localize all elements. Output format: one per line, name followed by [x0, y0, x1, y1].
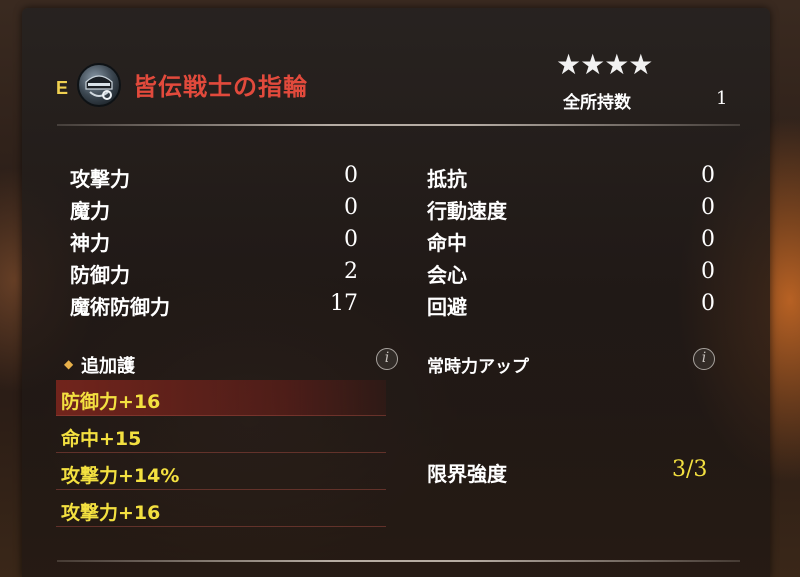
stat-label: 防御力	[70, 263, 130, 287]
bonus-text: 命中+15	[61, 428, 142, 450]
stat-label: 命中	[427, 231, 467, 255]
limit-strength-value: 3/3	[672, 457, 708, 482]
bonus-text: 攻撃力+14%	[61, 465, 180, 487]
stat-row-attack: 攻撃力 0	[70, 163, 358, 193]
rarity-stars: ★★★★	[556, 48, 653, 81]
rank-letter-icon: E	[56, 78, 69, 98]
stat-label: 会心	[427, 263, 467, 287]
stat-label: 抵抗	[427, 167, 467, 191]
bonus-info-icon[interactable]: i	[376, 348, 398, 370]
stat-value: 0	[701, 259, 715, 284]
header-divider	[57, 124, 740, 126]
owned-count-label: 全所持数	[563, 93, 631, 113]
stat-row-speed: 行動速度 0	[427, 195, 715, 225]
stat-value: 0	[344, 163, 358, 188]
stat-value: 0	[344, 195, 358, 220]
stat-value: 2	[344, 259, 358, 284]
stat-label: 神力	[70, 231, 110, 255]
stat-row-resist: 抵抗 0	[427, 163, 715, 193]
stat-label: 攻撃力	[70, 167, 130, 191]
ring-helmet-icon	[76, 62, 122, 108]
item-name: 皆伝戦士の指輪	[133, 72, 308, 101]
stat-row-accuracy: 命中 0	[427, 227, 715, 257]
stat-label: 魔術防御力	[70, 295, 170, 319]
stat-row-critical: 会心 0	[427, 259, 715, 289]
limit-strength-label: 限界強度	[427, 462, 507, 486]
power-up-info-icon[interactable]: i	[693, 348, 715, 370]
stat-label: 魔力	[70, 199, 110, 223]
diamond-icon: ◆	[64, 357, 74, 371]
stat-value: 0	[701, 291, 715, 316]
bonus-row: 攻撃力+14%	[56, 454, 386, 490]
stat-label: 行動速度	[427, 199, 507, 223]
bonus-section-title: 追加護	[81, 356, 135, 377]
footer-divider	[57, 560, 740, 562]
bonus-text: 攻撃力+16	[61, 502, 161, 524]
stat-label: 回避	[427, 295, 467, 319]
stat-value: 0	[701, 163, 715, 188]
bonus-row: 命中+15	[56, 417, 386, 453]
power-up-section-title: 常時力アップ	[427, 357, 529, 377]
bonus-row: 防御力+16	[56, 380, 386, 416]
bonus-row: 攻撃力+16	[56, 491, 386, 527]
bonus-text: 防御力+16	[61, 391, 161, 413]
stat-row-evasion: 回避 0	[427, 291, 715, 321]
stat-row-defense: 防御力 2	[70, 259, 358, 289]
stat-value: 0	[701, 195, 715, 220]
stat-row-divine: 神力 0	[70, 227, 358, 257]
stat-value: 0	[344, 227, 358, 252]
stat-value: 17	[330, 291, 358, 316]
owned-count-value: 1	[716, 88, 728, 109]
stat-value: 0	[701, 227, 715, 252]
stat-row-magic-defense: 魔術防御力 17	[70, 291, 358, 321]
stat-row-magic: 魔力 0	[70, 195, 358, 225]
